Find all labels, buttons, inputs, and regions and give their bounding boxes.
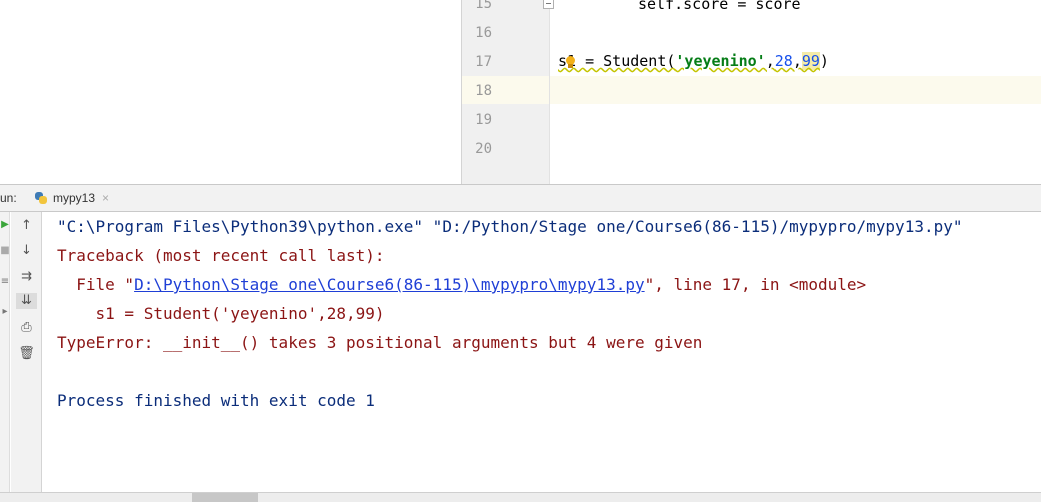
run-tool-window-header [0, 184, 1041, 212]
print-icon[interactable]: ⎙ [11, 320, 42, 336]
bottom-tool-strip [0, 492, 1041, 502]
console-error-line: TypeError: __init__() takes 3 positional… [57, 333, 703, 352]
line-number: 16 [475, 25, 492, 41]
comma: , [765, 52, 775, 70]
pin-icon[interactable]: ▸ [0, 306, 10, 318]
close-icon[interactable]: × [102, 191, 109, 205]
soft-wrap-icon[interactable]: ⇉ [11, 269, 42, 285]
run-label: un: [0, 191, 17, 205]
scroll-up-icon[interactable]: ↑ [11, 218, 42, 234]
console-traceback: Traceback (most recent call last): [57, 246, 385, 265]
editor-empty-area [0, 0, 462, 184]
layout-icon[interactable]: ≡ [0, 276, 10, 288]
number-arg-1: 28 [774, 52, 793, 70]
comma: , [792, 52, 802, 70]
code-line-17[interactable]: s1 = Student('yeyenino',28,99) [558, 51, 829, 71]
number-arg-2: 99 [801, 52, 820, 70]
line-number: 15 [475, 0, 492, 12]
console-file-line: File "D:\Python\Stage one\Course6(86-115… [57, 275, 866, 295]
code-line-15[interactable]: self.score = score [638, 0, 801, 14]
console-code-line: s1 = Student('yeyenino',28,99) [57, 304, 385, 323]
file-prefix: File " [57, 275, 135, 294]
line-number: 17 [475, 54, 492, 70]
close-paren: ) [819, 52, 829, 70]
run-tab-title: mypy13 [53, 191, 96, 205]
tool-strip-active-tab[interactable] [192, 493, 258, 502]
file-link[interactable]: D:\Python\Stage one\Course6(86-115)\mypy… [134, 275, 645, 294]
scroll-down-icon[interactable]: ↓ [11, 243, 42, 259]
gutter-separator [549, 0, 550, 184]
console-exit-line: Process finished with exit code 1 [57, 391, 375, 410]
line-number: 19 [475, 112, 492, 128]
assign-call: = Student( [576, 52, 676, 70]
delete-icon[interactable]: 🗑 [11, 346, 42, 362]
string-arg: 'yeyenino' [675, 52, 766, 70]
scroll-to-end-icon[interactable]: ⇊ [16, 293, 37, 309]
fold-icon[interactable] [543, 0, 554, 9]
intention-bulb-icon[interactable] [566, 56, 575, 68]
python-icon [34, 191, 48, 205]
line-number: 20 [475, 141, 492, 157]
file-suffix: ", line 17, in <module> [644, 275, 867, 294]
console-command-line: "C:\Program Files\Python39\python.exe" "… [57, 217, 963, 236]
run-icon[interactable]: ▶ [0, 219, 10, 231]
run-tab-mypy13[interactable]: mypy13 × [28, 185, 115, 211]
line-number: 18 [475, 83, 492, 99]
stop-icon[interactable]: ■ [0, 245, 10, 257]
